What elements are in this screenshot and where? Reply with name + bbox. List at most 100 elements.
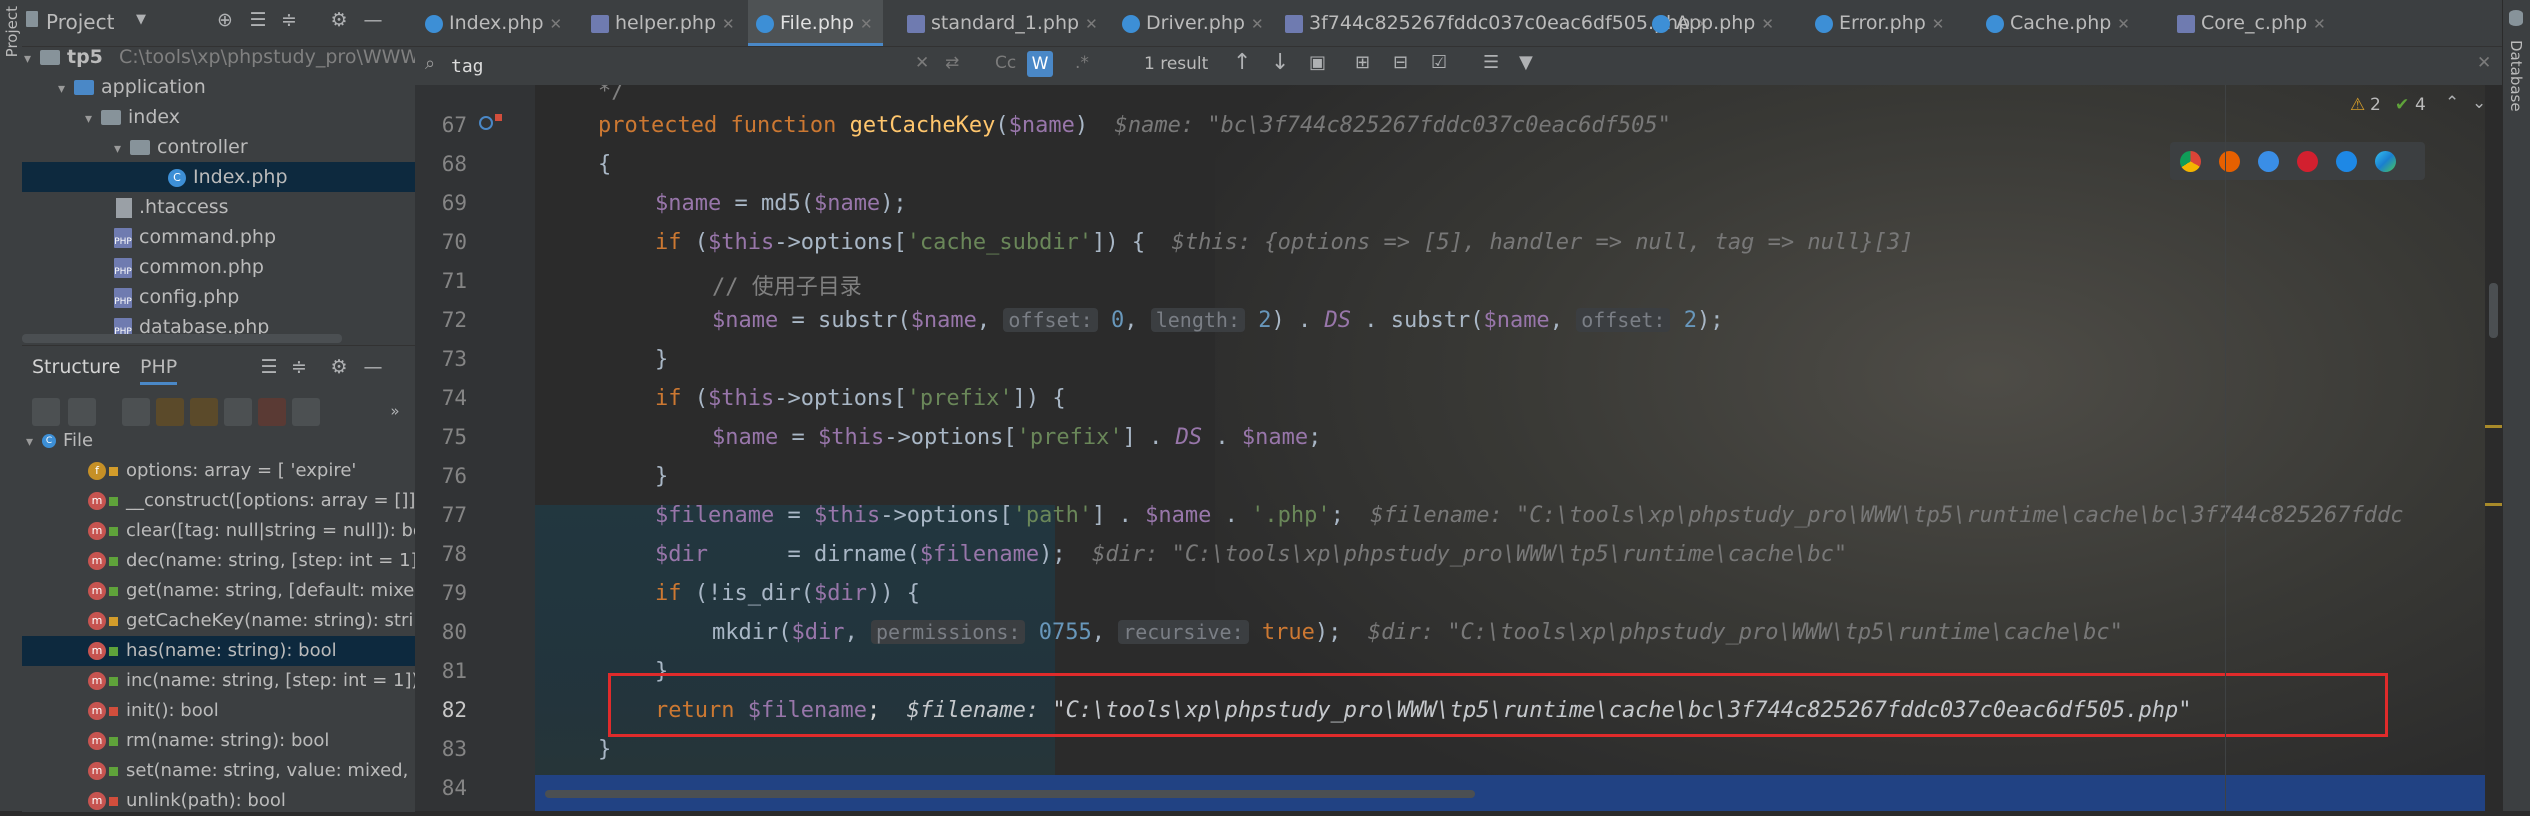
line-number: 80 bbox=[441, 620, 467, 644]
scroll-marker bbox=[2485, 425, 2502, 428]
match-case-button[interactable]: Cc bbox=[995, 53, 1016, 73]
tree-item-tp5[interactable]: ▾tp5 C:\tools\xp\phpstudy_pro\WWW\tp5 bbox=[22, 42, 417, 72]
vertical-scrollbar[interactable] bbox=[2485, 85, 2502, 811]
gear-icon[interactable]: ⚙ bbox=[328, 9, 350, 31]
show-properties-icon[interactable] bbox=[224, 398, 252, 426]
clear-icon[interactable]: ✕ bbox=[915, 53, 929, 73]
expand-all-icon[interactable]: ☰ bbox=[247, 9, 269, 31]
list-item[interactable]: m clear([tag: null|string = null]): bo bbox=[22, 516, 481, 546]
hide-icon[interactable]: — bbox=[362, 9, 384, 31]
tab-file-php[interactable]: File.php ✕ bbox=[748, 0, 883, 46]
right-tool-strip: Database bbox=[2502, 0, 2530, 811]
arrow-down-icon[interactable]: ↓ bbox=[1271, 50, 1289, 75]
tab-helper-php[interactable]: helper.php ✕ bbox=[591, 0, 735, 46]
tab-app-php[interactable]: App.php ✕ bbox=[1652, 0, 1774, 46]
gear-icon[interactable]: ⚙ bbox=[328, 356, 350, 378]
breakpoint-icon[interactable] bbox=[495, 114, 502, 121]
code-line-68: { bbox=[598, 152, 612, 177]
show-inherited-icon[interactable] bbox=[122, 398, 150, 426]
tab-php[interactable]: PHP bbox=[140, 356, 178, 385]
tab-error-php[interactable]: Error.php ✕ bbox=[1815, 0, 1944, 46]
close-icon[interactable]: ✕ bbox=[2477, 53, 2491, 73]
chevron-up-icon[interactable]: ⌃ bbox=[2445, 93, 2459, 113]
tree-item-index-php[interactable]: C Index.php bbox=[22, 162, 415, 192]
left-tool-strip: Project bbox=[0, 0, 23, 811]
ie-icon[interactable] bbox=[2336, 151, 2357, 172]
filter-icon[interactable]: ▼ bbox=[1519, 52, 1533, 73]
show-private-icon[interactable] bbox=[258, 398, 286, 426]
whole-words-button[interactable]: W bbox=[1027, 51, 1053, 77]
opera-icon[interactable] bbox=[2297, 151, 2318, 172]
tree-item-index[interactable]: ▾ index bbox=[22, 102, 478, 132]
line-number: 81 bbox=[441, 659, 467, 683]
tab-standard-1-php[interactable]: standard_1.php ✕ bbox=[907, 0, 1098, 46]
tab-core-c-php[interactable]: Core_c.php ✕ bbox=[2177, 0, 2326, 46]
list-item[interactable]: m set(name: string, value: mixed, [e bbox=[22, 756, 481, 786]
arrow-up-icon[interactable]: ↑ bbox=[1233, 50, 1251, 75]
list-item[interactable]: m inc(name: string, [step: int = 1]): bbox=[22, 666, 481, 696]
show-hierarchy-icon[interactable] bbox=[292, 398, 320, 426]
check-icon[interactable]: ✔ bbox=[2395, 95, 2409, 115]
more-icon[interactable]: » bbox=[384, 400, 406, 422]
select-all-occurrences-icon[interactable]: ☑ bbox=[1431, 52, 1447, 73]
collapse-all-icon[interactable]: ≑ bbox=[288, 356, 310, 378]
list-item[interactable]: m init(): bool bbox=[22, 696, 481, 726]
list-item[interactable]: m dec(name: string, [step: int = 1]) bbox=[22, 546, 481, 576]
project-scrollbar[interactable] bbox=[22, 334, 342, 343]
locate-icon[interactable]: ⊕ bbox=[214, 9, 236, 31]
warning-icon[interactable]: ⚠ bbox=[2350, 95, 2365, 115]
line-number: 76 bbox=[441, 464, 467, 488]
tab-cache-php[interactable]: Cache.php ✕ bbox=[1986, 0, 2130, 46]
result-count: 1 result bbox=[1144, 54, 1209, 74]
horizontal-scrollbar[interactable] bbox=[545, 790, 1475, 798]
list-item[interactable]: m rm(name: string): bool bbox=[22, 726, 481, 756]
in-selection-icon[interactable]: ☰ bbox=[1483, 52, 1499, 73]
edge-icon[interactable] bbox=[2375, 151, 2396, 172]
line-number: 72 bbox=[441, 308, 467, 332]
regex-button[interactable]: .* bbox=[1075, 53, 1089, 73]
tab-driver-php[interactable]: Driver.php ✕ bbox=[1122, 0, 1264, 46]
list-item[interactable]: m get(name: string, [default: mixed bbox=[22, 576, 481, 606]
chrome-icon[interactable] bbox=[2180, 151, 2201, 172]
safari-icon[interactable] bbox=[2258, 151, 2279, 172]
project-panel: Project ▼ ⊕ ☰ ≑ ⚙ — ▾ tp5 C:\tools\xp\php… bbox=[22, 0, 417, 345]
list-item[interactable]: m __construct([options: array = []]) bbox=[22, 486, 481, 516]
add-occurrence-icon[interactable]: ⊞ bbox=[1355, 52, 1370, 73]
database-tool-tab[interactable]: Database bbox=[2507, 40, 2525, 112]
expand-all-icon[interactable]: ☰ bbox=[258, 356, 280, 378]
remove-occurrence-icon[interactable]: ⊟ bbox=[1393, 52, 1408, 73]
code-line-75: $name = $this->options['prefix'] . DS . … bbox=[712, 425, 1322, 450]
list-item[interactable]: m unlink(path): bool bbox=[22, 786, 481, 816]
class-node[interactable]: ▾ C File bbox=[22, 431, 419, 451]
database-icon[interactable] bbox=[2509, 10, 2523, 26]
collapse-all-icon[interactable]: ≑ bbox=[278, 9, 300, 31]
find-input[interactable] bbox=[449, 52, 733, 80]
hide-icon[interactable]: — bbox=[362, 356, 384, 378]
list-item[interactable]: f options: array = [ 'expire' bbox=[22, 456, 481, 486]
line-number: 78 bbox=[441, 542, 467, 566]
tab-index-php[interactable]: Index.php ✕ bbox=[425, 0, 562, 46]
select-all-icon[interactable]: ▣ bbox=[1309, 52, 1326, 73]
replace-icon[interactable]: ⇄ bbox=[945, 53, 959, 73]
override-marker-icon[interactable] bbox=[479, 116, 493, 130]
list-item[interactable]: m getCacheKey(name: string): strin bbox=[22, 606, 481, 636]
line-number: 69 bbox=[441, 191, 467, 215]
project-tool-tab[interactable]: Project bbox=[3, 6, 21, 57]
tab-cache-file-php[interactable]: 3f744c825267fddc037c0eac6df505.php ✕ bbox=[1285, 0, 1709, 46]
code-line-70: if ($this->options['cache_subdir']) { $t… bbox=[655, 230, 1914, 255]
list-item[interactable]: m has(name: string): bool bbox=[22, 636, 481, 666]
annotation-highlight-box bbox=[608, 673, 2388, 737]
chevron-down-icon[interactable]: ▼ bbox=[130, 9, 152, 31]
sort-visibility-icon[interactable] bbox=[32, 398, 60, 426]
code-line-72: $name = substr($name, offset: 0, length:… bbox=[712, 308, 1724, 333]
sort-alpha-icon[interactable] bbox=[68, 398, 96, 426]
firefox-icon[interactable] bbox=[2219, 151, 2240, 172]
tree-item-application[interactable]: ▾ application bbox=[22, 72, 451, 102]
tab-structure[interactable]: Structure bbox=[32, 356, 120, 378]
code-editor[interactable]: 67 68 69 70 71 72 73 74 75 76 77 78 79 8… bbox=[415, 85, 2502, 811]
project-title[interactable]: Project bbox=[46, 10, 114, 34]
code-line-76: } bbox=[655, 464, 669, 489]
show-fields-icon[interactable] bbox=[156, 398, 184, 426]
scroll-thumb[interactable] bbox=[2489, 283, 2498, 338]
show-constants-icon[interactable] bbox=[190, 398, 218, 426]
